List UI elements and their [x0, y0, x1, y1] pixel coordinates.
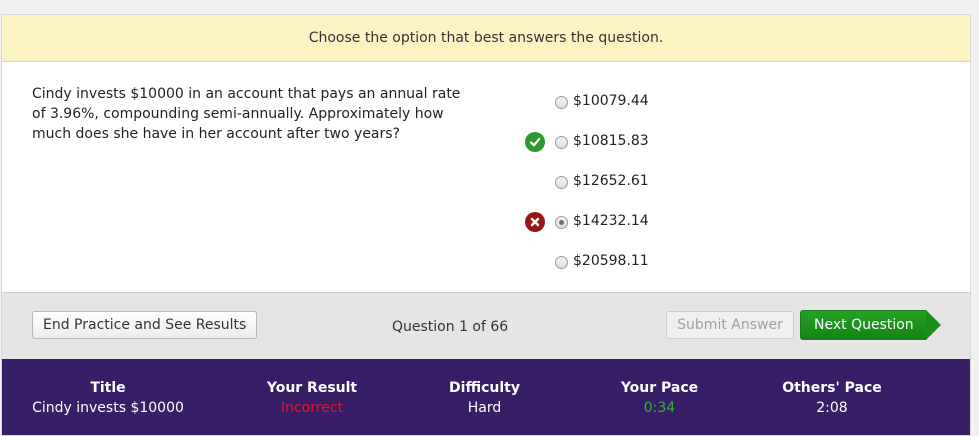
- choice-radio[interactable]: [555, 136, 568, 149]
- next-question-button[interactable]: Next Question: [800, 310, 926, 340]
- stat-difficulty: Difficulty Hard: [432, 378, 537, 418]
- check-icon: [525, 132, 545, 152]
- stat-label: Your Result: [266, 380, 358, 396]
- choice-label: $14232.14: [573, 213, 649, 229]
- stat-others-pace: Others' Pace 2:08: [772, 378, 892, 418]
- stat-value: 2:08: [816, 400, 848, 416]
- choice-label: $12652.61: [573, 173, 649, 189]
- choice-radio[interactable]: [555, 96, 568, 109]
- answer-choice[interactable]: $12652.61: [522, 162, 822, 202]
- choice-radio-selected[interactable]: [555, 216, 568, 229]
- stat-your-pace: Your Pace 0:34: [607, 378, 712, 418]
- stat-value: 0:34: [643, 400, 676, 416]
- stat-title: Title Cindy invests $10000: [32, 378, 184, 418]
- choice-label: $10815.83: [573, 133, 649, 149]
- next-arrow-icon[interactable]: [926, 310, 941, 340]
- question-text: Cindy invests $10000 in an account that …: [32, 86, 461, 142]
- answer-choices: $10079.44 $10815.83 $12652.61 $14232.14 …: [522, 82, 822, 282]
- stat-label: Your Pace: [620, 380, 699, 396]
- stat-label: Title: [90, 380, 126, 396]
- action-toolbar: End Practice and See Results Question 1 …: [2, 292, 970, 359]
- stat-result: Your Result Incorrect: [252, 378, 372, 418]
- stat-value: Cindy invests $10000: [32, 400, 184, 416]
- question-counter: Question 1 of 66: [392, 319, 509, 335]
- stat-label: Others' Pace: [782, 380, 882, 396]
- answer-choice[interactable]: $10079.44: [522, 82, 822, 122]
- choice-radio[interactable]: [555, 256, 568, 269]
- choice-label: $20598.11: [573, 253, 649, 269]
- stats-footer: Title Cindy invests $10000 Your Result I…: [2, 359, 970, 435]
- stat-value: Incorrect: [280, 400, 344, 416]
- end-practice-button[interactable]: End Practice and See Results: [32, 311, 258, 339]
- answer-choice[interactable]: $20598.11: [522, 242, 822, 282]
- stat-label: Difficulty: [449, 380, 520, 396]
- answer-choice-correct[interactable]: $10815.83: [522, 122, 822, 162]
- choice-label: $10079.44: [573, 93, 649, 109]
- stat-value: Hard: [467, 400, 502, 416]
- submit-answer-button[interactable]: Submit Answer: [666, 311, 794, 339]
- instruction-banner: Choose the option that best answers the …: [2, 15, 970, 62]
- x-icon: [525, 212, 545, 232]
- answer-choice-selected-incorrect[interactable]: $14232.14: [522, 202, 822, 242]
- question-panel: Choose the option that best answers the …: [1, 14, 971, 436]
- choice-radio[interactable]: [555, 176, 568, 189]
- instruction-text: Choose the option that best answers the …: [308, 30, 664, 46]
